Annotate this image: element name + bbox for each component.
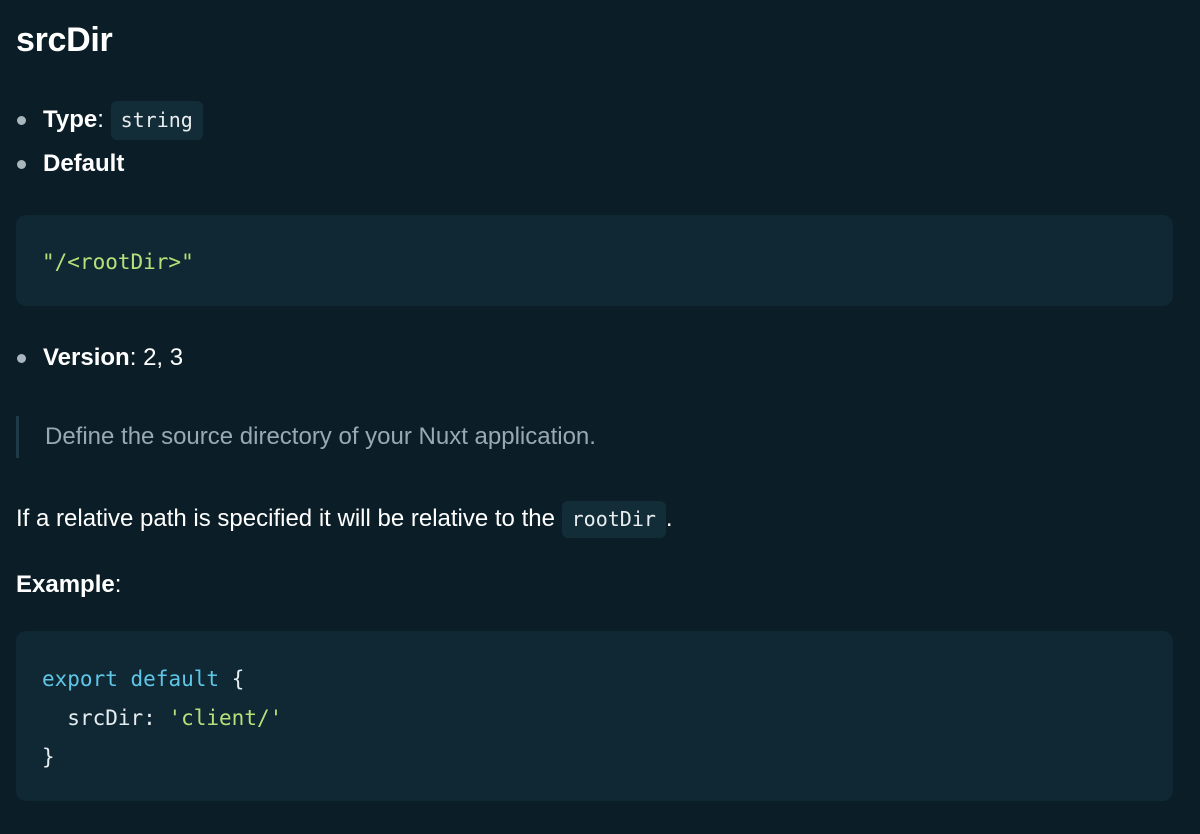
bullet-icon bbox=[17, 353, 26, 363]
bullet-icon bbox=[17, 115, 26, 125]
prop-version-label: Version bbox=[43, 344, 130, 371]
rootdir-inline-code: rootDir bbox=[561, 500, 666, 538]
paragraph-text-before: If a relative path is specified it will … bbox=[16, 505, 562, 532]
default-code-block: "/<rootDir>" bbox=[16, 215, 1173, 306]
bullet-icon bbox=[17, 159, 26, 169]
prop-type-label: Type bbox=[43, 106, 98, 133]
code-line-2: srcDir: 'client/' bbox=[42, 703, 282, 733]
code-brace-close: } bbox=[42, 745, 55, 769]
code-string-client: 'client/' bbox=[168, 706, 283, 730]
code-line-1: export default { bbox=[42, 664, 244, 694]
code-key-srcdir: srcDir: bbox=[67, 706, 156, 730]
prop-type-value: string bbox=[110, 100, 203, 140]
relative-path-paragraph: If a relative path is specified it will … bbox=[16, 500, 673, 538]
code-brace-open: { bbox=[231, 667, 245, 691]
example-heading: Example: bbox=[16, 571, 122, 598]
page-title: srcDir bbox=[16, 21, 113, 59]
prop-version: Version: 2, 3 bbox=[16, 340, 183, 376]
prop-type: Type: string bbox=[16, 100, 203, 140]
default-code-value: "/<rootDir>" bbox=[42, 250, 194, 274]
doc-page: srcDir Type: string Default "/<rootDir>"… bbox=[0, 0, 1200, 834]
prop-version-value: 2, 3 bbox=[143, 344, 184, 371]
paragraph-text-after: . bbox=[665, 505, 673, 532]
example-code-block: export default { srcDir: 'client/' } bbox=[16, 631, 1173, 801]
code-keyword-default: default bbox=[130, 667, 220, 691]
code-keyword-export: export bbox=[42, 667, 118, 691]
example-label: Example bbox=[16, 571, 115, 598]
code-line-3: } bbox=[42, 742, 55, 772]
prop-default-label: Default bbox=[43, 150, 125, 177]
description-blockquote: Define the source directory of your Nuxt… bbox=[16, 416, 596, 458]
prop-default: Default bbox=[16, 146, 124, 182]
description-text: Define the source directory of your Nuxt… bbox=[45, 423, 596, 450]
